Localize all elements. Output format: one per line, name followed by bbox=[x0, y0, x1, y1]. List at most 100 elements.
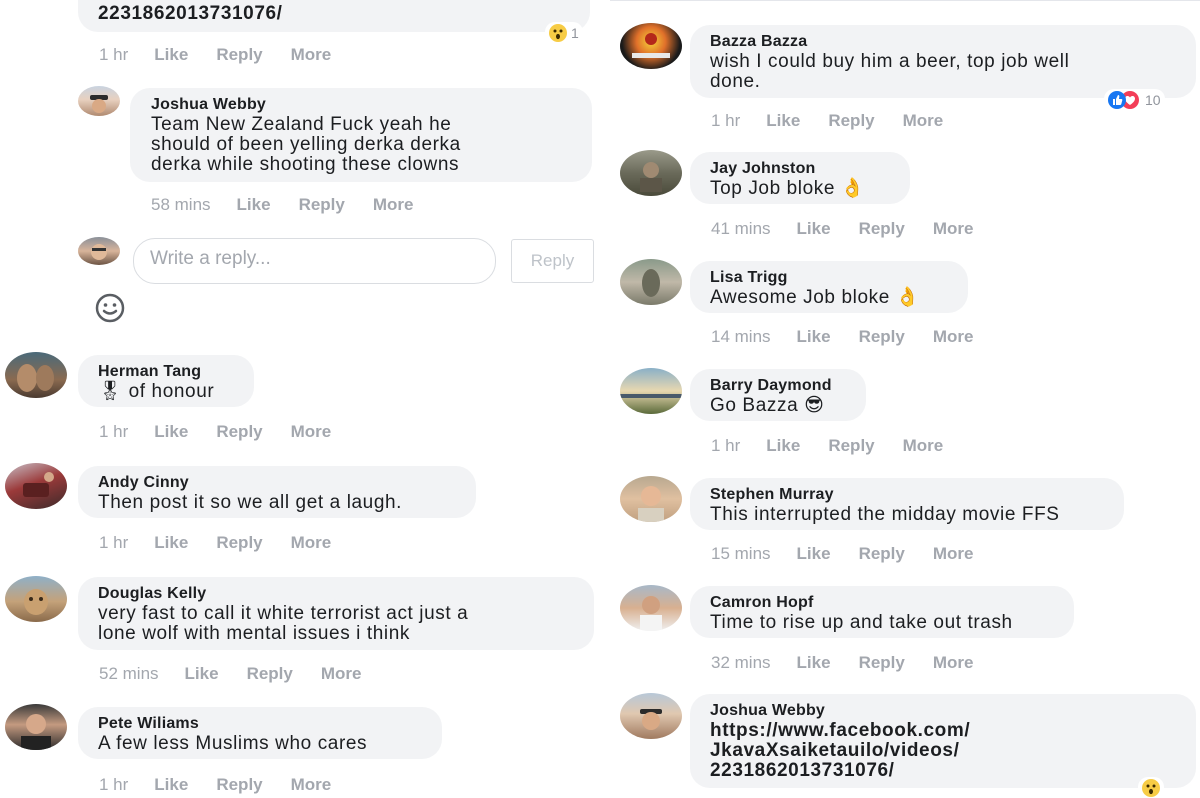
comment-bubble: Lisa Trigg Awesome Job bloke 👌 bbox=[690, 261, 968, 313]
reply-link[interactable]: Reply bbox=[216, 45, 262, 65]
reply-link[interactable]: Reply bbox=[859, 219, 905, 239]
commenter-name[interactable]: Lisa Trigg bbox=[710, 268, 948, 288]
comment-time[interactable]: 14 mins bbox=[711, 327, 771, 347]
avatar[interactable] bbox=[78, 86, 120, 116]
avatar[interactable] bbox=[620, 259, 682, 305]
comment-link-text[interactable]: https://www.facebook.com/ JkavaXsaiketau… bbox=[710, 721, 1176, 781]
reply-link[interactable]: Reply bbox=[216, 422, 262, 442]
comment-text: 🎖 of honour bbox=[98, 381, 215, 402]
comment-time[interactable]: 1 hr bbox=[99, 45, 128, 65]
like-link[interactable]: Like bbox=[154, 533, 188, 553]
avatar[interactable] bbox=[5, 576, 67, 622]
comment-text: Top Job bloke 👌 bbox=[710, 178, 866, 199]
more-link[interactable]: More bbox=[373, 195, 414, 215]
comment-bubble: 223186201373107​6/ bbox=[78, 0, 590, 32]
reply-link[interactable]: Reply bbox=[828, 111, 874, 131]
avatar[interactable] bbox=[5, 352, 67, 398]
avatar[interactable] bbox=[620, 150, 682, 196]
avatar[interactable] bbox=[620, 23, 682, 69]
more-link[interactable]: More bbox=[903, 436, 944, 456]
comment-time[interactable]: 1 hr bbox=[711, 111, 740, 131]
more-link[interactable]: More bbox=[933, 544, 974, 564]
avatar[interactable] bbox=[620, 693, 682, 739]
reaction-summary[interactable]: 1 bbox=[545, 22, 583, 44]
comment-time[interactable]: 58 mins bbox=[151, 195, 211, 215]
comment-time[interactable]: 41 mins bbox=[711, 219, 771, 239]
more-link[interactable]: More bbox=[933, 653, 974, 673]
commenter-name[interactable]: Pete Wiliams bbox=[98, 714, 422, 734]
like-link[interactable]: Like bbox=[766, 436, 800, 456]
reaction-summary[interactable] bbox=[1138, 777, 1164, 798]
like-link[interactable]: Like bbox=[766, 111, 800, 131]
reply-submit-button[interactable]: Reply bbox=[511, 239, 594, 283]
more-link[interactable]: More bbox=[291, 45, 332, 65]
comment-bubble: Joshua Webby Team New Zealand Fuck yeah … bbox=[130, 88, 592, 182]
comment-actions: 32 mins Like Reply More bbox=[711, 653, 1001, 673]
avatar[interactable] bbox=[5, 704, 67, 750]
comment-time[interactable]: 52 mins bbox=[99, 664, 159, 684]
emoji-smiley-icon[interactable] bbox=[94, 292, 126, 324]
commenter-name[interactable]: Andy Cinny bbox=[98, 473, 456, 493]
comment-actions: 14 mins Like Reply More bbox=[711, 327, 1001, 347]
more-link[interactable]: More bbox=[291, 422, 332, 442]
comment-time[interactable]: 1 hr bbox=[99, 422, 128, 442]
current-user-avatar bbox=[78, 237, 120, 265]
commenter-name[interactable]: Douglas Kelly bbox=[98, 584, 574, 604]
like-link[interactable]: Like bbox=[185, 664, 219, 684]
reply-link[interactable]: Reply bbox=[247, 664, 293, 684]
commenter-name[interactable]: Barry Daymond bbox=[710, 376, 846, 396]
like-link[interactable]: Like bbox=[154, 45, 188, 65]
reply-link[interactable]: Reply bbox=[859, 653, 905, 673]
comment-actions: 52 mins Like Reply More bbox=[99, 664, 389, 684]
comment-actions: 1 hr Like Reply More bbox=[99, 775, 359, 795]
reply-link[interactable]: Reply bbox=[216, 775, 262, 795]
comment-time[interactable]: 1 hr bbox=[99, 533, 128, 553]
more-link[interactable]: More bbox=[291, 775, 332, 795]
like-link[interactable]: Like bbox=[154, 775, 188, 795]
comment-time[interactable]: 1 hr bbox=[99, 775, 128, 795]
avatar[interactable] bbox=[5, 463, 67, 509]
comment-time[interactable]: 1 hr bbox=[711, 436, 740, 456]
avatar[interactable] bbox=[620, 476, 682, 522]
comment-text: Awesome Job bloke 👌 bbox=[710, 287, 921, 308]
left-comment-column: 223186201373107​6/ 1 1 hr Like Reply More J… bbox=[0, 0, 606, 798]
commenter-name[interactable]: Joshua Webby bbox=[710, 701, 1176, 721]
reply-input[interactable]: Write a reply... bbox=[133, 238, 496, 284]
reply-link[interactable]: Reply bbox=[216, 533, 262, 553]
more-link[interactable]: More bbox=[321, 664, 362, 684]
like-link[interactable]: Like bbox=[797, 219, 831, 239]
like-link[interactable]: Like bbox=[797, 327, 831, 347]
more-link[interactable]: More bbox=[291, 533, 332, 553]
reply-link[interactable]: Reply bbox=[859, 544, 905, 564]
like-reaction-icon bbox=[1108, 91, 1126, 109]
reaction-summary[interactable]: 10 bbox=[1104, 89, 1165, 111]
avatar[interactable] bbox=[620, 585, 682, 631]
commenter-name[interactable]: Jay Johnston bbox=[710, 159, 890, 179]
comment-time[interactable]: 32 mins bbox=[711, 653, 771, 673]
commenter-name[interactable]: Joshua Webby bbox=[151, 95, 572, 115]
comment-text: Go Bazza 😎 bbox=[710, 395, 825, 416]
commenter-name[interactable]: Stephen Murray bbox=[710, 485, 1104, 505]
reply-link[interactable]: Reply bbox=[828, 436, 874, 456]
like-link[interactable]: Like bbox=[237, 195, 271, 215]
comment-text: Team New Zealand Fuck yeah he should of … bbox=[151, 114, 461, 175]
comment-actions: 58 mins Like Reply More bbox=[151, 195, 441, 215]
like-link[interactable]: Like bbox=[154, 422, 188, 442]
commenter-name[interactable]: Herman Tang bbox=[98, 362, 234, 382]
more-link[interactable]: More bbox=[933, 327, 974, 347]
reply-link[interactable]: Reply bbox=[299, 195, 345, 215]
like-link[interactable]: Like bbox=[797, 544, 831, 564]
comment-time[interactable]: 15 mins bbox=[711, 544, 771, 564]
comment-bubble: Barry Daymond Go Bazza 😎 bbox=[690, 369, 866, 421]
more-link[interactable]: More bbox=[933, 219, 974, 239]
commenter-name[interactable]: Camron Hopf bbox=[710, 593, 1054, 613]
more-link[interactable]: More bbox=[903, 111, 944, 131]
commenter-name[interactable]: Bazza Bazza bbox=[710, 32, 1176, 52]
comment-actions: 41 mins Like Reply More bbox=[711, 219, 1001, 239]
like-link[interactable]: Like bbox=[797, 653, 831, 673]
reaction-count: 10 bbox=[1145, 92, 1161, 108]
reply-link[interactable]: Reply bbox=[859, 327, 905, 347]
avatar[interactable] bbox=[620, 368, 682, 414]
comment-bubble: Camron Hopf Time to rise up and take out… bbox=[690, 586, 1074, 638]
comment-text: Then post it so we all get a laugh. bbox=[98, 492, 403, 513]
